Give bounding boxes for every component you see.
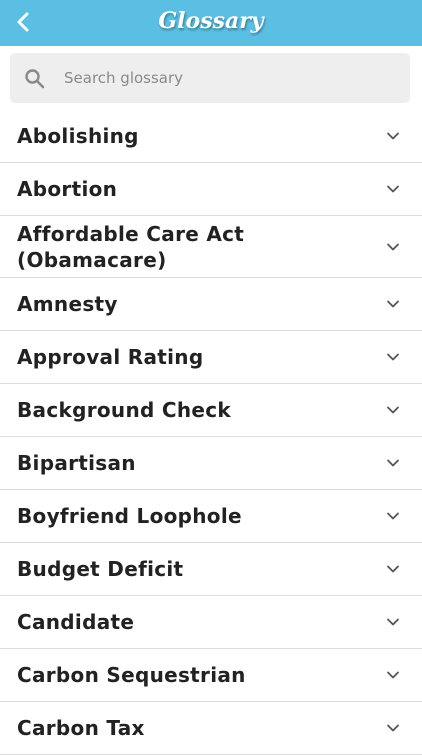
chevron-down-icon (387, 406, 399, 414)
page-title: Glossary (158, 8, 264, 34)
chevron-down-icon (387, 132, 399, 140)
chevron-down-icon (387, 185, 399, 193)
chevron-left-icon (17, 12, 29, 32)
chevron-down-icon (387, 459, 399, 467)
list-item[interactable]: Budget Deficit (0, 543, 422, 596)
list-item-label: Amnesty (17, 292, 118, 316)
list-item[interactable]: Abortion (0, 163, 422, 216)
list-item-label: Carbon Tax (17, 716, 145, 740)
chevron-down-icon (387, 618, 399, 626)
list-item-label: Bipartisan (17, 451, 136, 475)
list-item-label: Affordable Care Act (Obamacare) (17, 221, 245, 272)
list-item-label: Background Check (17, 398, 232, 422)
list-item[interactable]: Bipartisan (0, 437, 422, 490)
list-item[interactable]: Carbon Tax (0, 702, 422, 755)
list-item[interactable]: Carbon Sequestrian (0, 649, 422, 702)
list-item-label: Boyfriend Loophole (17, 504, 242, 528)
search-box[interactable] (10, 53, 410, 103)
chevron-down-icon (387, 671, 399, 679)
list-item[interactable]: Amnesty (0, 278, 422, 331)
chevron-down-icon (387, 565, 399, 573)
list-item-label: Abolishing (17, 124, 139, 148)
chevron-down-icon (387, 724, 399, 732)
chevron-down-icon (387, 512, 399, 520)
list-item[interactable]: Affordable Care Act (Obamacare) (0, 216, 422, 278)
list-item-label: Approval Rating (17, 345, 204, 369)
app-header: Glossary (0, 0, 422, 46)
search-icon (25, 69, 45, 89)
list-item[interactable]: Candidate (0, 596, 422, 649)
chevron-down-icon (387, 243, 399, 250)
list-item[interactable]: Approval Rating (0, 331, 422, 384)
list-item-label: Candidate (17, 610, 135, 634)
list-item[interactable]: Boyfriend Loophole (0, 490, 422, 543)
list-item-label: Abortion (17, 177, 118, 201)
list-item[interactable]: Background Check (0, 384, 422, 437)
search-bar (0, 46, 422, 110)
chevron-down-icon (387, 300, 399, 308)
list-item-label: Carbon Sequestrian (17, 663, 246, 687)
back-button[interactable] (6, 4, 42, 40)
glossary-list: Abolishing Abortion Affordable Care Act … (0, 110, 422, 755)
chevron-down-icon (387, 353, 399, 361)
list-item[interactable]: Abolishing (0, 110, 422, 163)
list-item-label: Budget Deficit (17, 557, 184, 581)
search-input[interactable] (54, 53, 394, 103)
